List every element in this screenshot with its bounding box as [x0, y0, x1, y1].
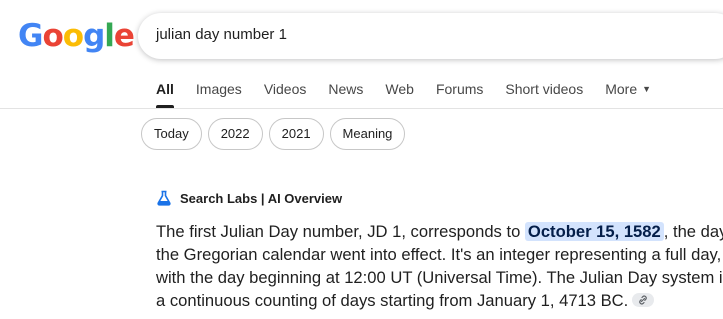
logo-letter: o	[42, 18, 63, 54]
tab-more[interactable]: More ▼	[605, 80, 651, 110]
logo-letter: l	[104, 18, 115, 54]
logo-letter: o	[62, 18, 84, 54]
tab-videos[interactable]: Videos	[264, 80, 307, 110]
filter-chips: Today 2022 2021 Meaning	[141, 118, 406, 150]
ai-overview-text: The first Julian Day number, JD 1, corre…	[156, 220, 723, 312]
tab-news[interactable]: News	[328, 80, 363, 110]
search-box[interactable]: julian day number 1	[138, 13, 723, 59]
search-tabs: All Images Videos News Web Forums Short …	[156, 80, 673, 110]
search-input[interactable]: julian day number 1	[156, 26, 287, 43]
chip-2021[interactable]: 2021	[268, 118, 324, 150]
logo-letter: G	[18, 18, 43, 54]
tab-web[interactable]: Web	[385, 80, 414, 110]
link-icon[interactable]	[632, 293, 655, 307]
ai-text-highlight: October 15, 1582	[524, 222, 664, 241]
caret-down-icon: ▼	[642, 84, 652, 94]
chip-2022[interactable]: 2022	[207, 118, 263, 150]
ai-overview-header: Search Labs | AI Overview	[156, 190, 342, 206]
chip-meaning[interactable]: Meaning	[329, 118, 406, 150]
tab-images[interactable]: Images	[196, 80, 242, 110]
chip-today[interactable]: Today	[141, 118, 202, 150]
tab-short-videos[interactable]: Short videos	[505, 80, 583, 110]
ai-text-before: The first Julian Day number, JD 1, corre…	[156, 222, 525, 241]
logo-letter: e	[113, 18, 135, 54]
tab-more-label: More	[605, 81, 638, 97]
ai-overview-label: Search Labs | AI Overview	[180, 190, 343, 206]
google-logo[interactable]: Google	[18, 18, 135, 54]
tab-forums[interactable]: Forums	[436, 80, 483, 110]
flask-icon	[157, 190, 171, 206]
logo-letter: g	[83, 18, 105, 54]
tab-all[interactable]: All	[156, 80, 174, 110]
tabs-divider	[0, 108, 723, 109]
